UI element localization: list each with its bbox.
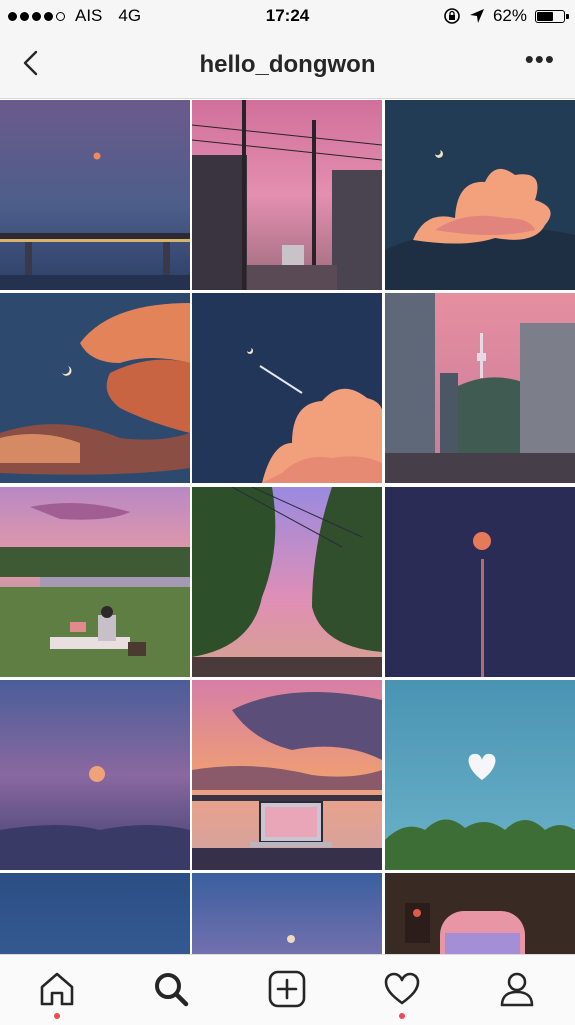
grid-photo[interactable] bbox=[0, 100, 190, 290]
tab-add[interactable] bbox=[267, 969, 307, 1009]
bottom-tab-bar bbox=[0, 954, 575, 1025]
add-icon bbox=[268, 970, 306, 1008]
grid-photo[interactable] bbox=[385, 100, 575, 290]
home-notification-dot bbox=[54, 1013, 60, 1019]
status-bar: AIS 4G 17:24 62% bbox=[0, 0, 575, 32]
profile-username-title: hello_dongwon bbox=[199, 51, 376, 78]
tab-search[interactable] bbox=[151, 969, 191, 1009]
grid-photo[interactable] bbox=[192, 680, 382, 870]
tab-profile[interactable] bbox=[497, 969, 537, 1009]
battery-icon bbox=[535, 9, 569, 23]
activity-notification-dot bbox=[399, 1013, 405, 1019]
profile-icon bbox=[500, 972, 534, 1007]
tab-activity[interactable] bbox=[382, 969, 422, 1009]
grid-photo[interactable] bbox=[0, 873, 190, 954]
battery-level bbox=[537, 11, 554, 21]
grid-photo[interactable] bbox=[192, 293, 382, 483]
grid-photo[interactable] bbox=[192, 873, 382, 954]
search-icon bbox=[155, 973, 189, 1007]
location-arrow-icon bbox=[469, 9, 484, 23]
grid-photo[interactable] bbox=[0, 487, 190, 677]
grid-photo[interactable] bbox=[385, 293, 575, 483]
grid-photo[interactable] bbox=[192, 100, 382, 290]
grid-photo[interactable] bbox=[0, 293, 190, 483]
grid-photo[interactable] bbox=[385, 487, 575, 677]
grid-photo[interactable] bbox=[192, 487, 382, 677]
tab-home[interactable] bbox=[37, 969, 77, 1009]
grid-photo[interactable] bbox=[385, 680, 575, 870]
photo-grid bbox=[0, 100, 575, 954]
heart-icon bbox=[384, 972, 420, 1005]
nav-bar: hello_dongwon ••• bbox=[0, 32, 575, 99]
more-options-icon[interactable]: ••• bbox=[525, 46, 555, 72]
grid-photo[interactable] bbox=[0, 680, 190, 870]
battery-percent: 62% bbox=[492, 6, 527, 25]
rotation-lock-icon bbox=[444, 8, 460, 24]
home-icon bbox=[40, 972, 74, 1006]
grid-photo[interactable] bbox=[385, 873, 575, 954]
status-right: 62% bbox=[443, 6, 569, 26]
